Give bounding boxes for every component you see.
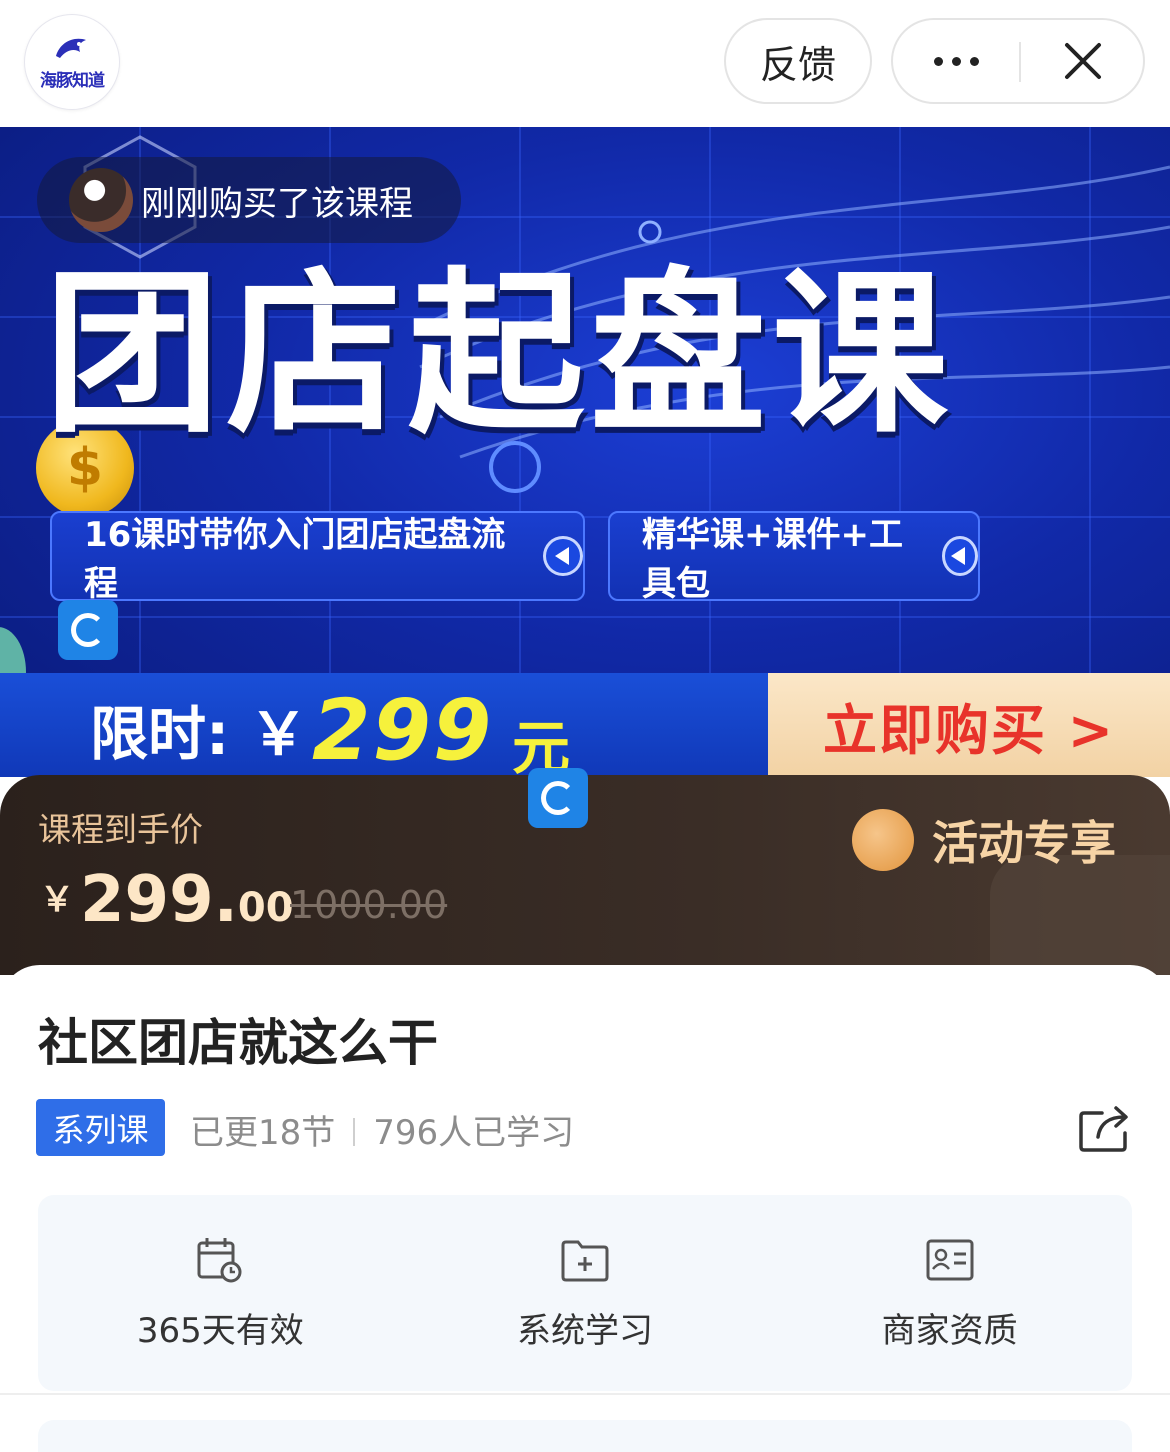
limited-price-strip: 限时: ￥ 299 元	[0, 673, 768, 777]
play-arrow-icon	[543, 536, 583, 576]
more-dot-icon	[951, 56, 961, 66]
feedback-button[interactable]: 反馈	[724, 18, 872, 104]
limited-price-value: 299	[312, 681, 494, 777]
close-icon	[1065, 43, 1101, 79]
promo-badge: 活动专享	[852, 805, 1116, 875]
course-title: 社区团店就这么干	[38, 1014, 438, 1072]
watermark-icon	[528, 768, 588, 828]
dolphin-badge-icon	[852, 809, 914, 871]
final-price-label: 课程到手价	[38, 810, 203, 849]
share-icon[interactable]	[1078, 1103, 1132, 1153]
dolphin-icon	[56, 38, 86, 58]
limited-price-unit: 元	[512, 714, 571, 777]
logo-text: 海豚知道	[40, 70, 105, 91]
watermark-icon	[58, 600, 118, 660]
recent-purchase-text: 刚刚购买了该课程	[141, 183, 413, 224]
more-dot-icon	[969, 56, 979, 66]
feature-validity-label: 365天有效	[136, 1310, 304, 1351]
more-button[interactable]	[893, 20, 1019, 102]
course-banner[interactable]: 刚刚购买了该课程 $ 团店起盘课 16课时带你入门团店起盘流程 精华课+课件+工…	[0, 127, 1170, 777]
app-logo[interactable]: 海豚知道	[24, 14, 120, 110]
banner-tag-materials: 精华课+课件+工具包	[608, 511, 980, 604]
final-price: ￥299.00	[40, 863, 294, 937]
feature-qualification-label: 商家资质	[881, 1310, 1018, 1351]
top-bar: 海豚知道 反馈	[0, 0, 1170, 127]
mini-program-capsule	[891, 18, 1145, 104]
updated-count: 已更18节	[190, 1113, 336, 1153]
section-divider	[0, 1393, 1170, 1395]
play-arrow-icon	[941, 536, 978, 576]
buy-now-button[interactable]: 立即购买 >	[768, 673, 1170, 777]
feature-qualification[interactable]: 商家资质	[767, 1195, 1132, 1391]
id-card-icon	[926, 1239, 974, 1280]
course-meta: 已更18节 796人已学习	[190, 1105, 574, 1154]
banner-tag-lessons: 16课时带你入门团店起盘流程	[50, 511, 585, 604]
learner-count: 796人已学习	[373, 1113, 575, 1153]
banner-tag-materials-text: 精华课+课件+工具包	[642, 515, 903, 604]
close-button[interactable]	[1021, 20, 1145, 102]
recent-purchase-toast: 刚刚购买了该课程	[37, 157, 461, 243]
banner-title: 团店起盘课	[44, 252, 955, 457]
buyer-avatar	[69, 168, 133, 232]
feature-systematic-label: 系统学习	[517, 1310, 653, 1351]
limited-price-label: 限时: ￥	[90, 700, 308, 768]
final-price-integer: 299.	[80, 863, 238, 937]
course-info-card: 社区团店就这么干 系列课 已更18节 796人已学习 365天有效 系统学习 商…	[0, 965, 1170, 1452]
original-price: 1000.00	[290, 883, 448, 927]
calendar-clock-icon	[197, 1237, 242, 1282]
feature-systematic[interactable]: 系统学习	[403, 1195, 768, 1391]
final-price-decimal: 00	[237, 885, 294, 931]
series-badge: 系列课	[36, 1099, 165, 1156]
banner-tag-lessons-text: 16课时带你入门团店起盘流程	[84, 515, 506, 604]
meta-divider	[353, 1118, 356, 1146]
next-section-card	[38, 1420, 1132, 1452]
more-dot-icon	[933, 56, 943, 66]
currency-symbol: ￥	[40, 880, 74, 920]
promo-badge-text: 活动专享	[932, 816, 1116, 870]
folder-plus-icon	[561, 1240, 609, 1281]
feature-validity[interactable]: 365天有效	[38, 1195, 403, 1391]
feature-row: 365天有效 系统学习 商家资质	[38, 1195, 1132, 1391]
